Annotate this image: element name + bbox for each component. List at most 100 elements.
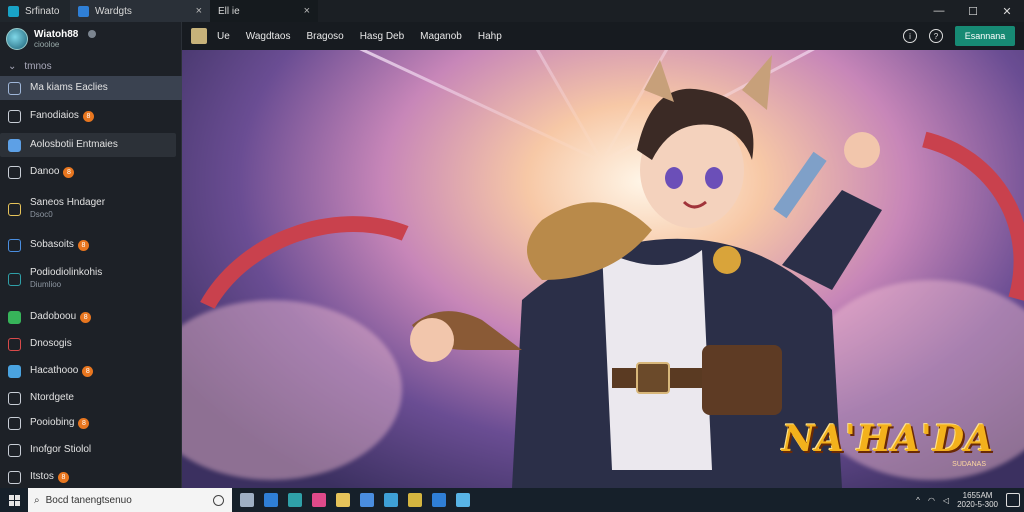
sidebar-item-11[interactable]: Ntordgete <box>0 386 182 410</box>
tab-srfinato[interactable]: Srfinato <box>0 0 70 22</box>
close-icon[interactable]: × <box>304 5 310 17</box>
collapse-toggle[interactable]: ⌄ tmnos <box>0 56 181 76</box>
sidebar-item-9[interactable]: Dnosogis <box>0 332 182 356</box>
sidebar-item-label: Fanodiaios <box>30 109 79 121</box>
sidebar-item-12[interactable]: Pooiobing 8 <box>0 411 182 435</box>
menu-bragoso[interactable]: Bragoso <box>306 31 343 42</box>
sidebar-item-label: Sobasoits <box>30 238 74 250</box>
taskbar-search[interactable]: ⌕ Bocd tanengtsenuo <box>28 488 232 512</box>
taskbar-app-icon[interactable] <box>240 493 254 507</box>
menu-hahp[interactable]: Hahp <box>478 31 502 42</box>
sidebar-item-label: Aolosbotii Entmaies <box>30 139 118 150</box>
sidebar-item-text: Podiodiolinkohis Diumlioo <box>30 267 102 291</box>
taskbar: ⌕ Bocd tanengtsenuo ^ ◠ ◁ 1655AM 2020-5-… <box>0 488 1024 512</box>
close-icon[interactable]: × <box>196 5 202 17</box>
sidebar-item-text: Dnosogis <box>30 338 72 350</box>
sidebar-item-text: Ntordgete <box>30 392 74 404</box>
taskbar-app-icon[interactable] <box>384 493 398 507</box>
minimize-button[interactable]: — <box>922 0 956 22</box>
tab-wardgts[interactable]: Wardgts × <box>70 0 210 22</box>
taskbar-app-icon[interactable] <box>312 493 326 507</box>
menu-maganob[interactable]: Maganob <box>420 31 462 42</box>
notification-badge: 8 <box>63 167 75 179</box>
notification-icon[interactable] <box>1006 493 1020 507</box>
taskbar-app-icon[interactable] <box>288 493 302 507</box>
window-icon <box>8 109 21 123</box>
sidebar-item-text: Inofgor Stiolol <box>30 444 91 456</box>
chevron-up-icon[interactable]: ^ <box>916 496 920 505</box>
info-icon[interactable]: i <box>903 29 917 43</box>
tab-label: Ell ie <box>218 5 240 17</box>
profile-name: Wiatoh88 <box>34 29 79 40</box>
earth-icon <box>8 272 21 286</box>
user-profile[interactable]: Wiatoh88 ciooloe <box>0 24 181 54</box>
sidebar-item-4[interactable]: Danoo 8 <box>0 160 182 184</box>
globe-icon <box>8 165 21 179</box>
sidebar-item-label: Pooiobing <box>30 416 75 428</box>
sidebar-item-2[interactable]: Fanodiaios 8 <box>0 104 182 128</box>
menu-ue[interactable]: Ue <box>217 31 230 42</box>
app-icon <box>8 138 21 152</box>
folder-icon <box>8 391 21 405</box>
menu-hasg-deb[interactable]: Hasg Deb <box>360 31 404 42</box>
sidebar-item-8[interactable]: Dadoboou 8 <box>0 305 182 329</box>
help-icon[interactable]: ? <box>929 29 943 43</box>
taskbar-app-icon[interactable] <box>432 493 446 507</box>
hero-artwork: NA'HA'DA SUDANAS <box>182 50 1024 488</box>
app-logo-icon <box>191 28 207 44</box>
notification-badge: 8 <box>82 366 94 378</box>
sidebar-item-14[interactable]: Itstos 8 <box>0 465 182 489</box>
tab-label: Wardgts <box>95 5 132 17</box>
notification-badge: 8 <box>80 312 92 324</box>
profile-sub: ciooloe <box>34 40 60 49</box>
sidebar: Wiatoh88 ciooloe ⌄ tmnos Ma kiams Eaclie… <box>0 22 182 488</box>
title-bar: Srfinato Wardgts × Ell ie × — ☐ ✕ <box>0 0 1024 22</box>
pencil-icon <box>8 202 21 216</box>
sidebar-item-text: Ma kiams Eaclies <box>30 82 108 94</box>
clock[interactable]: 1655AM 2020-5-300 <box>957 491 998 509</box>
taskbar-app-icon[interactable] <box>360 493 374 507</box>
close-button[interactable]: ✕ <box>990 0 1024 22</box>
sidebar-item-10[interactable]: Hacathooo 8 <box>0 359 182 383</box>
sidebar-item-1[interactable]: Ma kiams Eaclies <box>0 76 182 100</box>
sidebar-item-3[interactable]: Aolosbotii Entmaies <box>0 133 176 157</box>
sidebar-item-text: Dadoboou 8 <box>30 310 92 324</box>
status-dot-icon <box>88 30 97 38</box>
maximize-button[interactable]: ☐ <box>956 0 990 22</box>
menu-wagdtaos[interactable]: Wagdtaos <box>246 31 291 42</box>
app-icon <box>8 5 19 17</box>
sidebar-item-5[interactable]: Saneos Hndager Dsoc0 <box>0 192 182 226</box>
sidebar-item-7[interactable]: Podiodiolinkohis Diumlioo <box>0 262 182 296</box>
sidebar-item-text: Itstos 8 <box>30 471 69 484</box>
sidebar-item-text: Pooiobing 8 <box>30 416 90 430</box>
primary-action-button[interactable]: Esannana <box>955 26 1015 46</box>
wifi-icon[interactable]: ◠ <box>928 496 935 505</box>
system-tray: ^ ◠ ◁ 1655AM 2020-5-300 <box>916 491 1024 509</box>
search-placeholder: Bocd tanengtsenuo <box>45 494 132 506</box>
taskbar-app-icon[interactable] <box>456 493 470 507</box>
sidebar-item-label: Hacathooo <box>30 364 79 376</box>
clock-time: 1655AM <box>962 491 993 500</box>
start-button[interactable] <box>0 488 28 512</box>
sidebar-item-6[interactable]: Sobasoits 8 <box>0 233 182 257</box>
app-icon <box>78 5 89 17</box>
sidebar-item-label: Dadoboou <box>30 310 77 322</box>
notification-badge: 8 <box>78 418 90 430</box>
sidebar-item-label: Itstos <box>30 470 54 482</box>
wrench-icon <box>8 238 21 252</box>
mic-icon[interactable] <box>213 494 224 506</box>
volume-icon[interactable]: ◁ <box>943 496 949 505</box>
sidebar-item-13[interactable]: Inofgor Stiolol <box>0 438 182 462</box>
sidebar-item-sublabel: Dsoc0 <box>30 210 53 219</box>
sidebar-item-label: Inofgor Stiolol <box>30 444 92 455</box>
taskbar-app-icon[interactable] <box>336 493 350 507</box>
tab-ell-ie[interactable]: Ell ie × <box>210 0 318 22</box>
photos-icon <box>8 364 21 378</box>
game-logo-subtitle: SUDANAS <box>952 461 986 468</box>
taskbar-app-icon[interactable] <box>264 493 278 507</box>
tab-label: Srfinato <box>25 5 60 17</box>
sidebar-item-text: Aolosbotii Entmaies <box>30 139 118 151</box>
sidebar-item-text: Saneos Hndager Dsoc0 <box>30 197 105 221</box>
taskbar-app-icon[interactable] <box>408 493 422 507</box>
taskbar-apps <box>240 493 470 507</box>
